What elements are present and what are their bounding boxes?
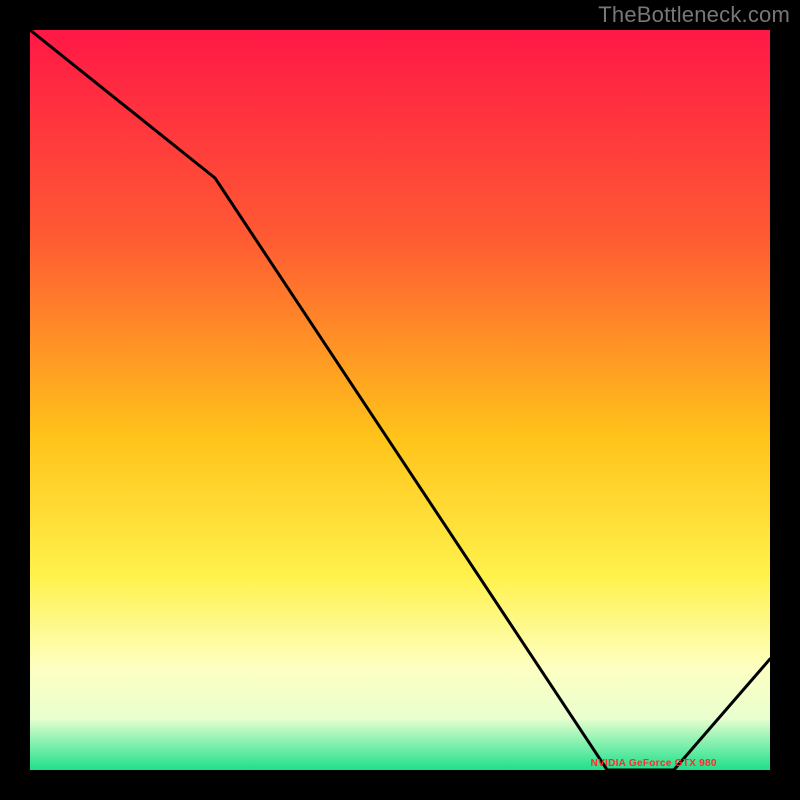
- gradient-background: [30, 30, 770, 770]
- attribution-text: TheBottleneck.com: [598, 2, 790, 28]
- bottleneck-chart: [30, 30, 770, 770]
- series-label: NVIDIA GeForce GTX 980: [591, 758, 717, 769]
- chart-frame: TheBottleneck.com NVIDIA GeForce GTX 980: [0, 0, 800, 800]
